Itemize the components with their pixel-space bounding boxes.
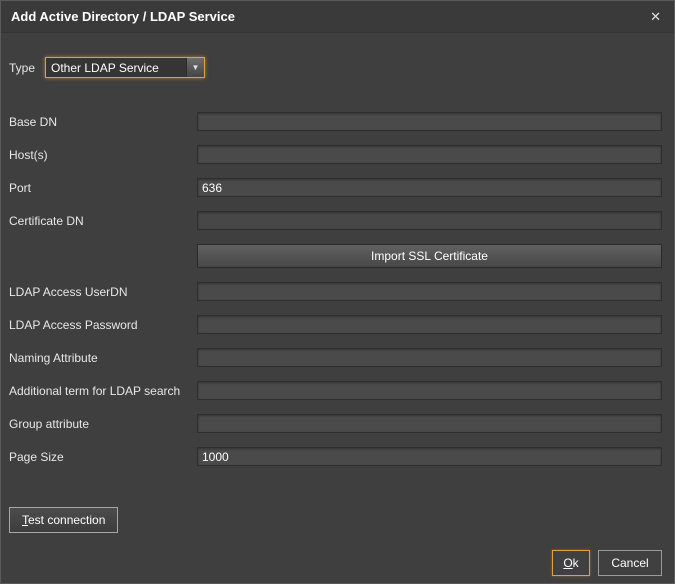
field-row-port: Port	[9, 178, 662, 197]
ldap-access-password-input[interactable]	[197, 315, 662, 334]
ok-mnemonic: O	[563, 556, 572, 570]
ldap-form: Base DN Host(s) Port Certificate DN Impo…	[1, 112, 674, 466]
field-row-hosts: Host(s)	[9, 145, 662, 164]
test-connection-label: est connection	[28, 513, 105, 527]
import-ssl-row: Import SSL Certificate	[9, 244, 662, 268]
ldap-access-userdn-input[interactable]	[197, 282, 662, 301]
additional-term-input[interactable]	[197, 381, 662, 400]
hosts-label: Host(s)	[9, 148, 197, 162]
ok-label: k	[573, 556, 579, 570]
field-row-ldap-access-userdn: LDAP Access UserDN	[9, 282, 662, 301]
field-row-base-dn: Base DN	[9, 112, 662, 131]
cancel-button[interactable]: Cancel	[598, 550, 662, 576]
type-row: Type Other LDAP Service ▼	[9, 57, 662, 78]
ok-button[interactable]: Ok	[552, 550, 590, 576]
certificate-dn-input[interactable]	[197, 211, 662, 230]
group-attribute-input[interactable]	[197, 414, 662, 433]
hosts-input[interactable]	[197, 145, 662, 164]
field-row-naming-attribute: Naming Attribute	[9, 348, 662, 367]
field-row-page-size: Page Size	[9, 447, 662, 466]
naming-attribute-input[interactable]	[197, 348, 662, 367]
naming-attribute-label: Naming Attribute	[9, 351, 197, 365]
type-label: Type	[9, 61, 35, 75]
additional-term-label: Additional term for LDAP search	[9, 384, 197, 398]
port-input[interactable]	[197, 178, 662, 197]
close-icon[interactable]: ✕	[647, 8, 664, 25]
port-label: Port	[9, 181, 197, 195]
ldap-access-password-label: LDAP Access Password	[9, 318, 197, 332]
base-dn-input[interactable]	[197, 112, 662, 131]
page-size-input[interactable]	[197, 447, 662, 466]
type-dropdown[interactable]: Other LDAP Service ▼	[45, 57, 205, 78]
field-row-certificate-dn: Certificate DN	[9, 211, 662, 230]
test-connection-button[interactable]: Test connection	[9, 507, 118, 533]
field-row-ldap-access-password: LDAP Access Password	[9, 315, 662, 334]
field-row-group-attribute: Group attribute	[9, 414, 662, 433]
add-ldap-service-dialog: { "titlebar": { "title": "Add Active Dir…	[0, 0, 675, 584]
group-attribute-label: Group attribute	[9, 417, 197, 431]
dialog-footer-buttons: Ok Cancel	[552, 550, 662, 576]
certificate-dn-label: Certificate DN	[9, 214, 197, 228]
dialog-titlebar: Add Active Directory / LDAP Service ✕	[1, 1, 674, 33]
base-dn-label: Base DN	[9, 115, 197, 129]
page-size-label: Page Size	[9, 450, 197, 464]
import-ssl-certificate-button[interactable]: Import SSL Certificate	[197, 244, 662, 268]
field-row-additional-term: Additional term for LDAP search	[9, 381, 662, 400]
chevron-down-icon[interactable]: ▼	[186, 58, 204, 77]
ldap-access-userdn-label: LDAP Access UserDN	[9, 285, 197, 299]
type-dropdown-value: Other LDAP Service	[46, 58, 186, 77]
dialog-title: Add Active Directory / LDAP Service	[11, 9, 235, 24]
